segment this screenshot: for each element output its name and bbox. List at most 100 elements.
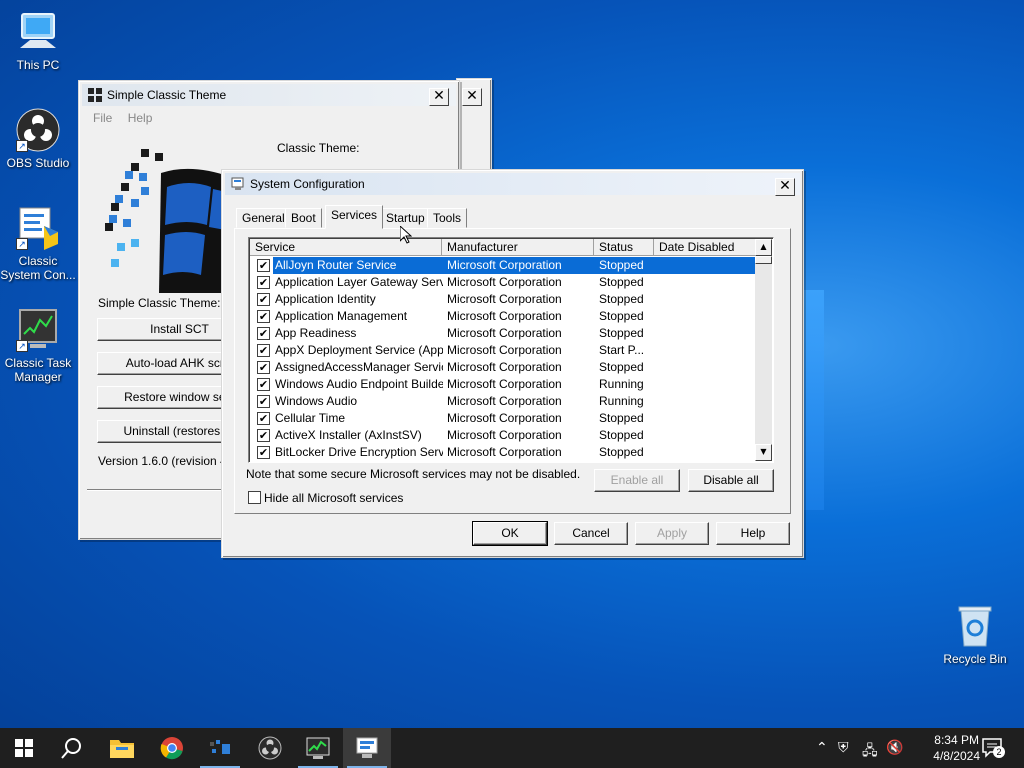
taskbar-clock[interactable]: 8:34 PM 4/8/2024 xyxy=(933,732,980,764)
service-status: Stopped xyxy=(599,309,644,323)
desktop-icon-classic-task-manager[interactable]: ↗ Classic Task Manager xyxy=(0,308,76,384)
tab-boot[interactable]: Boot xyxy=(285,208,322,228)
task-manager-icon: ↗ xyxy=(16,308,60,352)
table-row[interactable]: ✔ Application Management Microsoft Corpora… xyxy=(251,308,755,325)
service-checkbox[interactable]: ✔ xyxy=(257,361,270,374)
service-manufacturer: Microsoft Corporation xyxy=(447,377,562,391)
service-name: AppX Deployment Service (App... xyxy=(275,343,443,357)
disable-all-button[interactable]: Disable all xyxy=(688,469,774,492)
service-status: Running xyxy=(599,377,644,391)
service-checkbox[interactable]: ✔ xyxy=(257,327,270,340)
service-checkbox[interactable]: ✔ xyxy=(257,293,270,306)
taskbar: ⌃ ⛨ 🖧 🔇 8:34 PM 4/8/2024 2 xyxy=(0,728,1024,768)
vertical-scrollbar[interactable]: ▲ ▼ xyxy=(755,239,772,461)
scroll-thumb[interactable] xyxy=(755,256,772,264)
menu-file[interactable]: File xyxy=(93,111,112,125)
column-header-date-disabled[interactable]: Date Disabled xyxy=(654,239,756,256)
table-row[interactable]: ✔ ActiveX Installer (AxInstSV) Microsoft C… xyxy=(251,427,755,444)
tab-general[interactable]: General xyxy=(236,208,291,228)
table-row[interactable]: ✔ BitLocker Drive Encryption Service Micro… xyxy=(251,444,755,461)
enable-all-button[interactable]: Enable all xyxy=(594,469,680,492)
table-row[interactable]: ✔ Windows Audio Microsoft Corporation Runni… xyxy=(251,393,755,410)
tab-services[interactable]: Services xyxy=(325,205,384,229)
show-hidden-icons-chevron-icon[interactable]: ⌃ xyxy=(816,740,828,756)
search-button[interactable] xyxy=(48,728,96,768)
service-manufacturer: Microsoft Corporation xyxy=(447,394,562,408)
table-row[interactable]: ✔ Application Layer Gateway Serv... Micros… xyxy=(251,274,755,291)
notification-count-badge: 2 xyxy=(993,746,1005,758)
desktop-icon-this-pc[interactable]: This PC xyxy=(0,10,76,72)
menu-help[interactable]: Help xyxy=(128,111,153,125)
service-manufacturer: Microsoft Corporation xyxy=(447,275,562,289)
service-status: Running xyxy=(599,394,644,408)
cancel-button[interactable]: Cancel xyxy=(554,522,628,545)
table-row[interactable]: ✔ AllJoyn Router Service Microsoft Corpora… xyxy=(251,257,755,274)
service-name: AllJoyn Router Service xyxy=(275,258,397,272)
volume-muted-icon[interactable]: 🔇 xyxy=(886,740,903,756)
service-checkbox[interactable]: ✔ xyxy=(257,395,270,408)
desktop-icon-classic-system-config[interactable]: ↗ Classic System Con... xyxy=(0,206,76,282)
background-window-edge: ✕ xyxy=(456,78,492,174)
services-list[interactable]: Service Manufacturer Status Date Disable… xyxy=(248,237,774,463)
apply-button[interactable]: Apply xyxy=(635,522,709,545)
sct-titlebar[interactable]: Simple Classic Theme xyxy=(82,84,456,106)
table-row[interactable]: ✔ App Readiness Microsoft Corporation Stopp… xyxy=(251,325,755,342)
service-checkbox[interactable]: ✔ xyxy=(257,378,270,391)
classic-theme-label: Classic Theme: xyxy=(277,141,360,155)
service-manufacturer: Microsoft Corporation xyxy=(447,411,562,425)
service-checkbox[interactable]: ✔ xyxy=(257,344,270,357)
taskbar-task-manager[interactable] xyxy=(294,728,342,768)
help-button[interactable]: Help xyxy=(716,522,790,545)
desktop-icon-obs[interactable]: ↗ OBS Studio xyxy=(0,108,76,170)
search-icon xyxy=(61,738,81,759)
column-header-status[interactable]: Status xyxy=(594,239,654,256)
desktop-icon-recycle-bin[interactable]: Recycle Bin xyxy=(936,604,1014,666)
service-status: Stopped xyxy=(599,258,644,272)
security-warning-icon[interactable]: ⛨ xyxy=(838,740,849,756)
service-checkbox[interactable]: ✔ xyxy=(257,259,270,272)
table-row[interactable]: ✔ Windows Audio Endpoint Builder Microsoft… xyxy=(251,376,755,393)
tab-tools[interactable]: Tools xyxy=(427,208,468,228)
shortcut-arrow-icon: ↗ xyxy=(16,340,28,352)
table-row[interactable]: ✔ Application Identity Microsoft Corporati… xyxy=(251,291,755,308)
service-checkbox[interactable]: ✔ xyxy=(257,276,270,289)
action-center-button[interactable]: 2 xyxy=(982,738,1005,758)
column-header-service[interactable]: Service xyxy=(250,239,442,256)
service-name: Application Management xyxy=(275,309,408,323)
taskbar-chrome[interactable] xyxy=(148,728,196,768)
close-icon[interactable]: ✕ xyxy=(429,88,449,106)
taskbar-system-config[interactable] xyxy=(343,728,391,768)
network-icon[interactable]: 🖧 xyxy=(862,740,878,764)
service-name: Cellular Time xyxy=(275,411,346,425)
shortcut-arrow-icon: ↗ xyxy=(16,140,28,152)
hide-ms-services-checkbox[interactable] xyxy=(248,491,261,504)
msconfig-title: System Configuration xyxy=(250,177,365,191)
sct-app-icon xyxy=(88,88,102,102)
column-header-manufacturer[interactable]: Manufacturer xyxy=(442,239,594,256)
table-row[interactable]: ✔ AppX Deployment Service (App... Microsof… xyxy=(251,342,755,359)
ok-button[interactable]: OK xyxy=(472,521,548,546)
msconfig-titlebar[interactable]: System Configuration xyxy=(225,173,800,195)
service-checkbox[interactable]: ✔ xyxy=(257,446,270,459)
close-icon[interactable]: ✕ xyxy=(462,88,482,106)
tab-startup[interactable]: Startup xyxy=(380,208,431,228)
service-checkbox[interactable]: ✔ xyxy=(257,412,270,425)
table-row[interactable]: ✔ AssignedAccessManager Service Microsoft … xyxy=(251,359,755,376)
table-row[interactable]: ✔ Cellular Time Microsoft Corporation Stopp… xyxy=(251,410,755,427)
service-manufacturer: Microsoft Corporation xyxy=(447,292,562,306)
scroll-up-icon[interactable]: ▲ xyxy=(755,239,772,256)
service-name: Application Layer Gateway Serv... xyxy=(275,275,443,289)
service-name: Windows Audio xyxy=(275,394,358,408)
service-status: Stopped xyxy=(599,428,644,442)
service-checkbox[interactable]: ✔ xyxy=(257,429,270,442)
start-button[interactable] xyxy=(0,728,48,768)
taskbar-file-explorer[interactable] xyxy=(98,728,146,768)
scroll-down-icon[interactable]: ▼ xyxy=(755,444,772,461)
taskbar-obs[interactable] xyxy=(246,728,294,768)
sct-title: Simple Classic Theme xyxy=(107,88,227,102)
service-name: App Readiness xyxy=(275,326,357,340)
taskbar-sct[interactable] xyxy=(196,728,244,768)
clock-time: 8:34 PM xyxy=(934,733,979,747)
service-checkbox[interactable]: ✔ xyxy=(257,310,270,323)
close-icon[interactable]: ✕ xyxy=(775,178,795,196)
